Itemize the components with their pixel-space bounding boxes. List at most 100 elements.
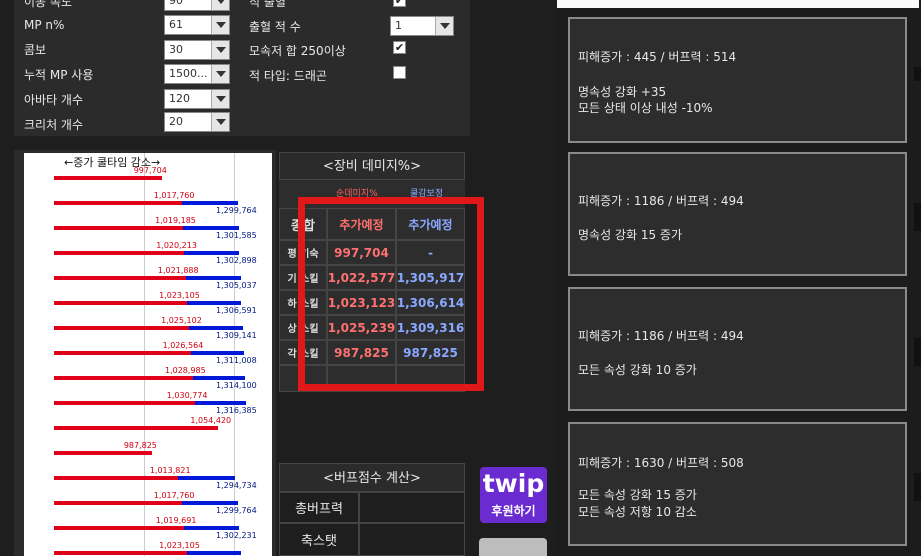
setting-label: 직 출혈: [249, 0, 286, 9]
chevron-down-icon: [211, 41, 229, 59]
dragon-checkbox[interactable]: [393, 66, 406, 79]
cooltime-chart: ←증가 쿨타임 감소→ 1 997,704 5 1,017,760 1,299,764 1…: [14, 150, 276, 556]
chart-level-label: 75: [29, 518, 45, 531]
chart-bar-blue: [192, 376, 246, 380]
setting-row-creature: 크리처 개수: [24, 113, 83, 135]
chart-bar-red: [54, 401, 195, 405]
buff-title: <버프점수 계산>: [279, 463, 465, 492]
settings-panel: 이동 속도 90 MP n% 61 콤보 30 누적 MP 사용 1500...…: [14, 0, 470, 136]
chart-value-red: 1,021,888: [157, 266, 199, 275]
chart-bar-red: [54, 226, 184, 230]
setting-label: 누적 MP 사용: [24, 67, 94, 82]
bleed-checkbox[interactable]: ✔: [393, 0, 406, 7]
chart-level-label: 35: [29, 343, 45, 356]
chart-value-red: 1,023,105: [159, 291, 200, 300]
card-line: 명속성 강화 15 증가: [578, 228, 682, 242]
chart-bar-blue: [177, 476, 236, 480]
card-line: 피해증가 : 1630 / 버프력 : 508: [578, 456, 744, 470]
chart-bar-blue: [190, 351, 244, 355]
setting-row-dragon: 적 타입: 드래곤: [249, 64, 327, 86]
scroll-marker: [914, 203, 921, 231]
setting-label: 적 타입: 드래곤: [249, 68, 327, 83]
buff-label: 축스탯: [279, 523, 359, 556]
chart-bar-red: [54, 451, 152, 455]
chart-value-blue: 1,316,385: [216, 406, 257, 415]
chart-level-label: 30: [29, 318, 45, 331]
chart-value-red: 1,019,691: [155, 516, 197, 525]
chart-bar-blue: [187, 301, 242, 305]
bleed-count-select[interactable]: 1: [390, 16, 454, 36]
chart-bar-blue: [185, 276, 241, 280]
card-line: 피해증가 : 1186 / 버프력 : 494: [578, 329, 744, 343]
setting-row-combo: 콤보: [24, 38, 46, 60]
chevron-down-icon: [435, 17, 453, 35]
chart-value-blue: 1,309,141: [216, 331, 257, 340]
chart-value-blue: 1,294,734: [216, 481, 257, 490]
gray-button[interactable]: [479, 538, 547, 556]
creature-select[interactable]: 20: [164, 112, 230, 132]
chart-value-red: 1,023,105: [159, 541, 200, 550]
chart-bar-red: [54, 351, 191, 355]
damage-table-title: <장비 데미지%>: [279, 152, 465, 180]
setting-row-move-speed: 이동 속도: [24, 0, 72, 12]
scroll-marker: [914, 67, 921, 81]
chart-level-label: 5: [29, 193, 37, 206]
chart-bar-red: [54, 501, 182, 505]
chart-level-label: 25: [29, 293, 45, 306]
twip-donate-button[interactable]: twip 후원하기: [480, 467, 547, 523]
chart-level-label: 80: [29, 543, 45, 556]
card-line: 모든 상태 이상 내성 -10%: [578, 101, 713, 115]
chart-value-red: 1,017,760: [153, 491, 195, 500]
chart-bar-red: [54, 376, 193, 380]
twip-logo: twip: [482, 469, 545, 498]
item-card[interactable]: 피해증가 : 445 / 버프력 : 514 명속성 강화 +35 모든 상태 …: [568, 17, 907, 143]
chart-value-red: 1,025,102: [161, 316, 202, 325]
setting-row-mp-total: 누적 MP 사용: [24, 63, 93, 85]
move-speed-select[interactable]: 90: [164, 0, 230, 11]
chart-bar-red: [54, 476, 178, 480]
avatar-select[interactable]: 120: [164, 89, 230, 109]
chart-value-blue: 1,306,591: [216, 306, 257, 315]
setting-row-bleed: 직 출혈: [249, 0, 286, 12]
chevron-down-icon: [211, 113, 229, 131]
setting-row-bleed-count: 출혈 적 수: [249, 15, 301, 37]
chart-bar-blue: [194, 401, 247, 405]
chart-bar-blue: [184, 251, 240, 255]
mp-select[interactable]: 61: [164, 15, 230, 35]
chart-level-label: 50: [29, 443, 45, 456]
chart-value-blue: 1,299,764: [216, 506, 257, 515]
select-value: 30: [169, 43, 183, 56]
chevron-down-icon: [211, 16, 229, 34]
buff-value: [359, 492, 465, 523]
chart-value-blue: 1,302,231: [216, 531, 257, 540]
chart-value-red: 997,704: [133, 166, 167, 175]
chart-level-label: 70: [29, 493, 45, 506]
setting-label: 모속저 합 250이상: [249, 43, 346, 58]
chart-bar-red: [54, 426, 219, 430]
chart-bar-red: [54, 526, 184, 530]
chart-level-label: 10: [29, 218, 45, 231]
setting-row-resist: 모속저 합 250이상: [249, 39, 346, 61]
resist-checkbox[interactable]: ✔: [393, 41, 406, 54]
scroll-marker: [914, 473, 921, 501]
setting-label: MP n%: [24, 18, 65, 32]
mp-total-select[interactable]: 1500...: [164, 64, 230, 84]
chart-bar-blue: [183, 526, 240, 530]
chart-value-red: 1,013,821: [149, 466, 191, 475]
chart-value-blue: 1,305,037: [216, 281, 257, 290]
select-value: 120: [169, 92, 190, 105]
chart-bar-blue: [181, 501, 238, 505]
item-card[interactable]: 피해증가 : 1186 / 버프력 : 494 모든 속성 강화 10 증가: [568, 287, 907, 411]
combo-select[interactable]: 30: [164, 40, 230, 60]
select-value: 1500...: [169, 67, 208, 80]
chart-value-blue: 1,311,008: [216, 356, 257, 365]
chart-value-red: 1,020,213: [156, 241, 197, 250]
chart-level-label: 15: [29, 243, 45, 256]
item-card[interactable]: 피해증가 : 1630 / 버프력 : 508 모든 속성 강화 15 증가 모…: [568, 422, 907, 546]
item-card[interactable]: 피해증가 : 1186 / 버프력 : 494 명속성 강화 15 증가: [568, 152, 907, 276]
chart-value-red: 1,030,774: [166, 391, 208, 400]
chart-bar-blue: [181, 201, 238, 205]
scroll-marker: [914, 338, 921, 366]
chart-value-red: 1,028,985: [164, 366, 206, 375]
chart-bar-red: [54, 301, 188, 305]
